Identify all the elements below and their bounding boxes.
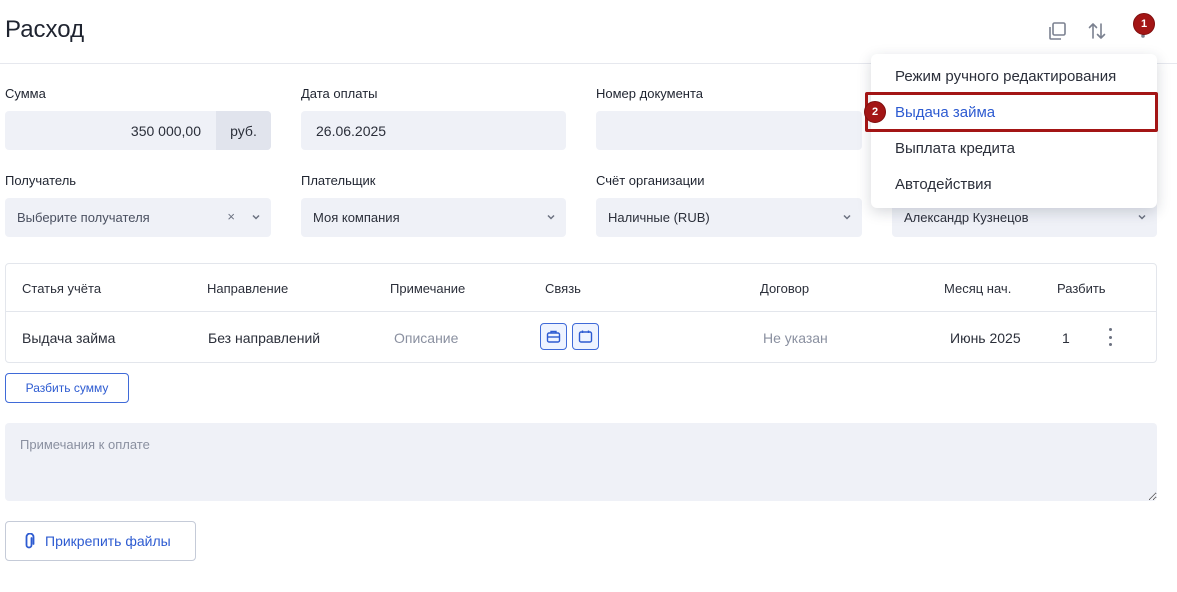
col-link: Связь xyxy=(545,281,581,296)
col-contract: Договор xyxy=(760,281,810,296)
cell-contract[interactable]: Не указан xyxy=(763,330,828,346)
responsible-value: Александр Кузнецов xyxy=(904,210,1029,225)
menu-item-manual-edit[interactable]: Режим ручного редактирования xyxy=(895,68,1116,85)
amount-field[interactable]: 350 000,00 руб. xyxy=(5,111,271,150)
org-account-value: Наличные (RUB) xyxy=(608,210,710,225)
highlight-frame xyxy=(865,92,1158,132)
payer-value: Моя компания xyxy=(313,210,400,225)
payment-date-value: 26.06.2025 xyxy=(316,122,387,139)
calendar-icon[interactable] xyxy=(572,323,599,350)
briefcase-icon[interactable] xyxy=(540,323,567,350)
col-split: Разбить xyxy=(1057,281,1106,296)
clear-icon[interactable]: × xyxy=(227,209,235,224)
payment-date-field[interactable]: 26.06.2025 xyxy=(301,111,566,150)
cell-split[interactable]: 1 xyxy=(1062,330,1070,346)
doc-number-field[interactable] xyxy=(596,111,862,150)
amount-label: Сумма xyxy=(5,86,46,101)
chevron-down-icon xyxy=(1138,214,1146,220)
attach-files-label: Прикрепить файлы xyxy=(45,533,171,549)
cell-direction[interactable]: Без направлений xyxy=(208,330,320,346)
menu-item-loan-payment[interactable]: Выплата кредита xyxy=(895,140,1015,157)
doc-number-label: Номер документа xyxy=(596,86,704,101)
recipient-label: Получатель xyxy=(5,173,77,188)
cell-note[interactable]: Описание xyxy=(394,330,458,346)
step-badge-1: 1 xyxy=(1133,13,1155,35)
payment-date-label: Дата оплаты xyxy=(301,86,378,101)
col-month: Месяц нач. xyxy=(944,281,1012,296)
row-menu-icon[interactable] xyxy=(1104,328,1116,346)
copy-icon[interactable] xyxy=(1044,18,1070,44)
chevron-down-icon xyxy=(547,214,555,220)
chevron-down-icon xyxy=(252,214,260,220)
table-header: Статья учёта Направление Примечание Связ… xyxy=(6,264,1156,312)
cell-account[interactable]: Выдача займа xyxy=(22,330,115,346)
menu-item-auto-actions[interactable]: Автодействия xyxy=(895,176,992,193)
paperclip-icon xyxy=(25,532,35,548)
col-direction: Направление xyxy=(207,281,289,296)
split-amount-button[interactable]: Разбить сумму xyxy=(5,373,129,403)
payer-select[interactable]: Моя компания xyxy=(301,198,566,237)
org-account-label: Счёт организации xyxy=(596,173,705,188)
amount-value: 350 000,00 xyxy=(130,123,201,139)
payer-label: Плательщик xyxy=(301,173,376,188)
cell-month[interactable]: Июнь 2025 xyxy=(950,330,1021,346)
sort-arrows-icon[interactable] xyxy=(1084,18,1110,44)
payment-notes-input[interactable] xyxy=(5,423,1157,501)
col-note: Примечание xyxy=(390,281,466,296)
currency-unit: руб. xyxy=(216,111,271,150)
accounting-table: Статья учёта Направление Примечание Связ… xyxy=(5,263,1157,363)
step-badge-2: 2 xyxy=(864,101,886,123)
attach-files-button[interactable]: Прикрепить файлы xyxy=(5,521,196,561)
org-account-select[interactable]: Наличные (RUB) xyxy=(596,198,862,237)
recipient-select[interactable]: Выберите получателя × xyxy=(5,198,271,237)
chevron-down-icon xyxy=(843,214,851,220)
col-account: Статья учёта xyxy=(22,281,102,296)
page-title: Расход xyxy=(5,16,85,43)
